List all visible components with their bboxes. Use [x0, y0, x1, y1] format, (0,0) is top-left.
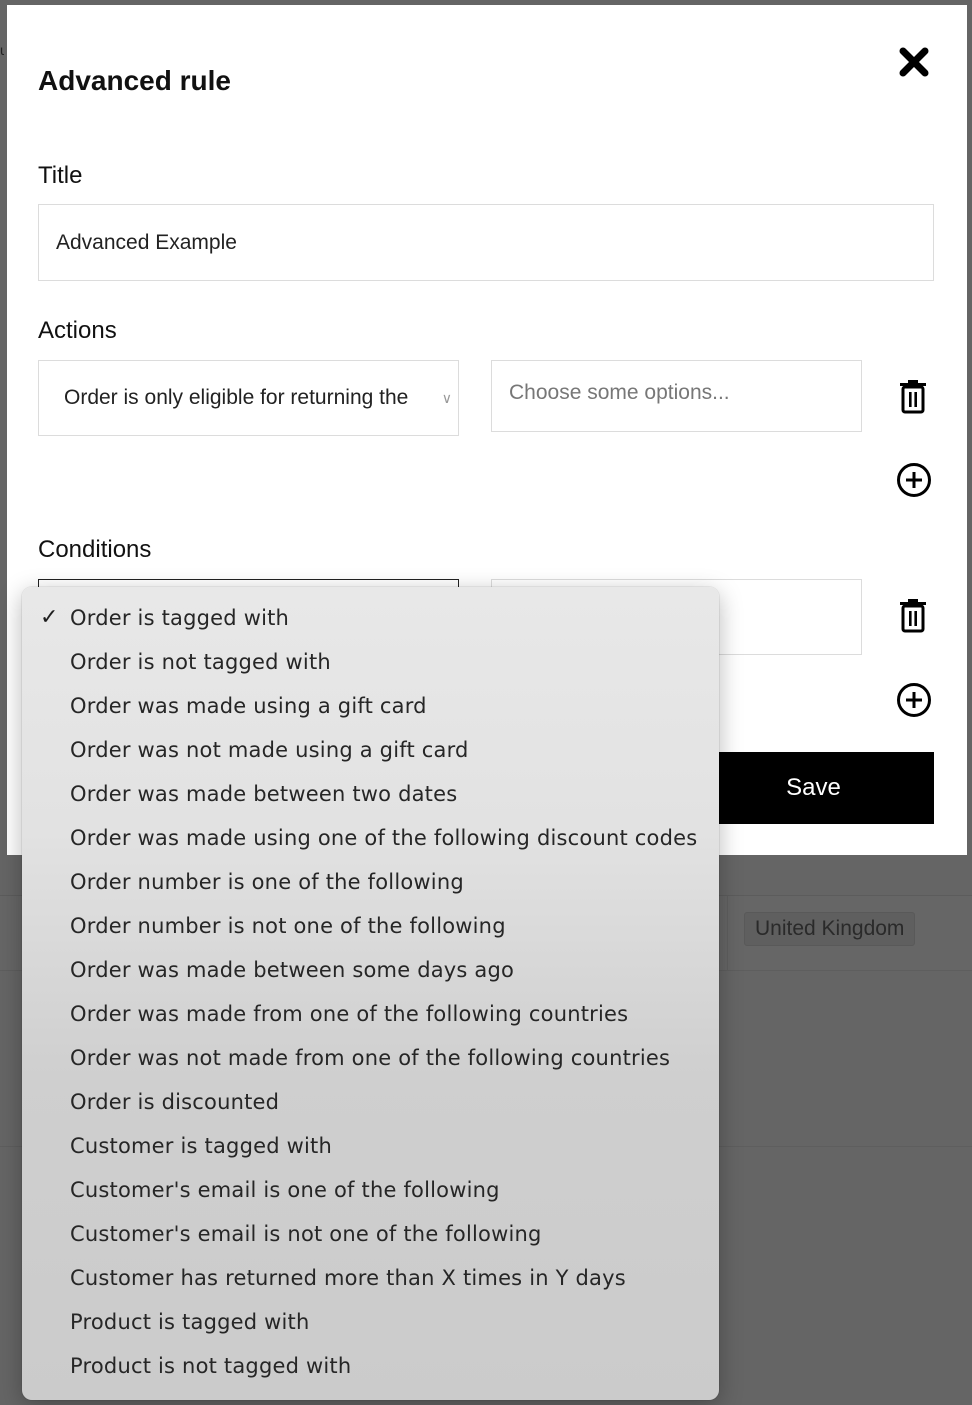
dropdown-option[interactable]: Order number is not one of the following: [22, 904, 719, 948]
action-select-value: Order is only eligible for returning the: [64, 386, 409, 409]
dropdown-option-label: Order was made between two dates: [70, 782, 458, 806]
action-select[interactable]: Order is only eligible for returning the…: [38, 360, 459, 436]
dropdown-option[interactable]: Order was made using one of the followin…: [22, 816, 719, 860]
dropdown-option[interactable]: Customer's email is one of the following: [22, 1168, 719, 1212]
dropdown-option[interactable]: Order was made between two dates: [22, 772, 719, 816]
background-country-tag: United Kingdom: [744, 912, 916, 946]
dropdown-option[interactable]: Order was made using a gift card: [22, 684, 719, 728]
close-button[interactable]: [895, 43, 933, 81]
delete-action-button[interactable]: [896, 378, 930, 416]
delete-condition-button[interactable]: [896, 597, 930, 635]
add-condition-button[interactable]: [896, 681, 931, 719]
dropdown-option-label: Order was made between some days ago: [70, 958, 515, 982]
dropdown-option-label: Customer's email is not one of the follo…: [70, 1222, 542, 1246]
dropdown-option[interactable]: Customer's email is not one of the follo…: [22, 1212, 719, 1256]
dropdown-option-label: Order was made using one of the followin…: [70, 826, 698, 850]
dropdown-option-label: Product is not tagged with: [70, 1354, 352, 1378]
dropdown-option[interactable]: Customer is tagged with: [22, 1124, 719, 1168]
dropdown-option[interactable]: Order is discounted: [22, 1080, 719, 1124]
chevron-down-icon: ∨: [441, 390, 452, 406]
conditions-label: Conditions: [38, 536, 152, 563]
dropdown-option-label: Product is tagged with: [70, 1310, 310, 1334]
title-input[interactable]: Advanced Example: [38, 204, 934, 281]
action-options-input[interactable]: Choose some options...: [491, 360, 862, 432]
dropdown-option-label: Customer has returned more than X times …: [70, 1266, 626, 1290]
dropdown-option[interactable]: Order number is one of the following: [22, 860, 719, 904]
dropdown-option-label: Order number is not one of the following: [70, 914, 506, 938]
dropdown-option-label: Order is tagged with: [70, 606, 290, 630]
dropdown-option-label: Customer's email is one of the following: [70, 1178, 500, 1202]
dropdown-option[interactable]: Product is tagged with: [22, 1300, 719, 1344]
dropdown-option[interactable]: Order is not tagged with: [22, 640, 719, 684]
dropdown-option-label: Order was made from one of the following…: [70, 1002, 629, 1026]
dropdown-option-label: Order was not made using a gift card: [70, 738, 469, 762]
background-edge-text: u: [0, 42, 4, 56]
dropdown-option-label: Customer is tagged with: [70, 1134, 332, 1158]
modal-title: Advanced rule: [38, 65, 231, 96]
dropdown-option[interactable]: Order was not made using a gift card: [22, 728, 719, 772]
trash-icon: [900, 380, 926, 414]
save-button[interactable]: Save: [693, 752, 934, 824]
dropdown-option[interactable]: Order was made from one of the following…: [22, 992, 719, 1036]
actions-label: Actions: [38, 317, 117, 344]
title-label: Title: [38, 162, 83, 189]
trash-icon: [900, 599, 926, 633]
close-icon: [899, 47, 929, 77]
add-action-button[interactable]: [896, 461, 931, 499]
dropdown-option-label: Order is not tagged with: [70, 650, 331, 674]
dropdown-option[interactable]: ✓ Order is tagged with: [22, 596, 719, 640]
dropdown-option-label: Order was made using a gift card: [70, 694, 427, 718]
dropdown-option-label: Order is discounted: [70, 1090, 280, 1114]
dropdown-option-label: Order was not made from one of the follo…: [70, 1046, 671, 1070]
checkmark-icon: ✓: [40, 605, 59, 630]
dropdown-option[interactable]: Product is not tagged with: [22, 1344, 719, 1388]
condition-dropdown-menu: ✓ Order is tagged with Order is not tagged…: [22, 587, 719, 1400]
plus-circle-icon: [897, 683, 931, 717]
dropdown-option[interactable]: Customer has returned more than X times …: [22, 1256, 719, 1300]
dropdown-option-label: Order number is one of the following: [70, 870, 464, 894]
plus-circle-icon: [897, 463, 931, 497]
dropdown-option[interactable]: Order was made between some days ago: [22, 948, 719, 992]
dropdown-option[interactable]: Order was not made from one of the follo…: [22, 1036, 719, 1080]
action-options-placeholder: Choose some options...: [509, 381, 730, 404]
